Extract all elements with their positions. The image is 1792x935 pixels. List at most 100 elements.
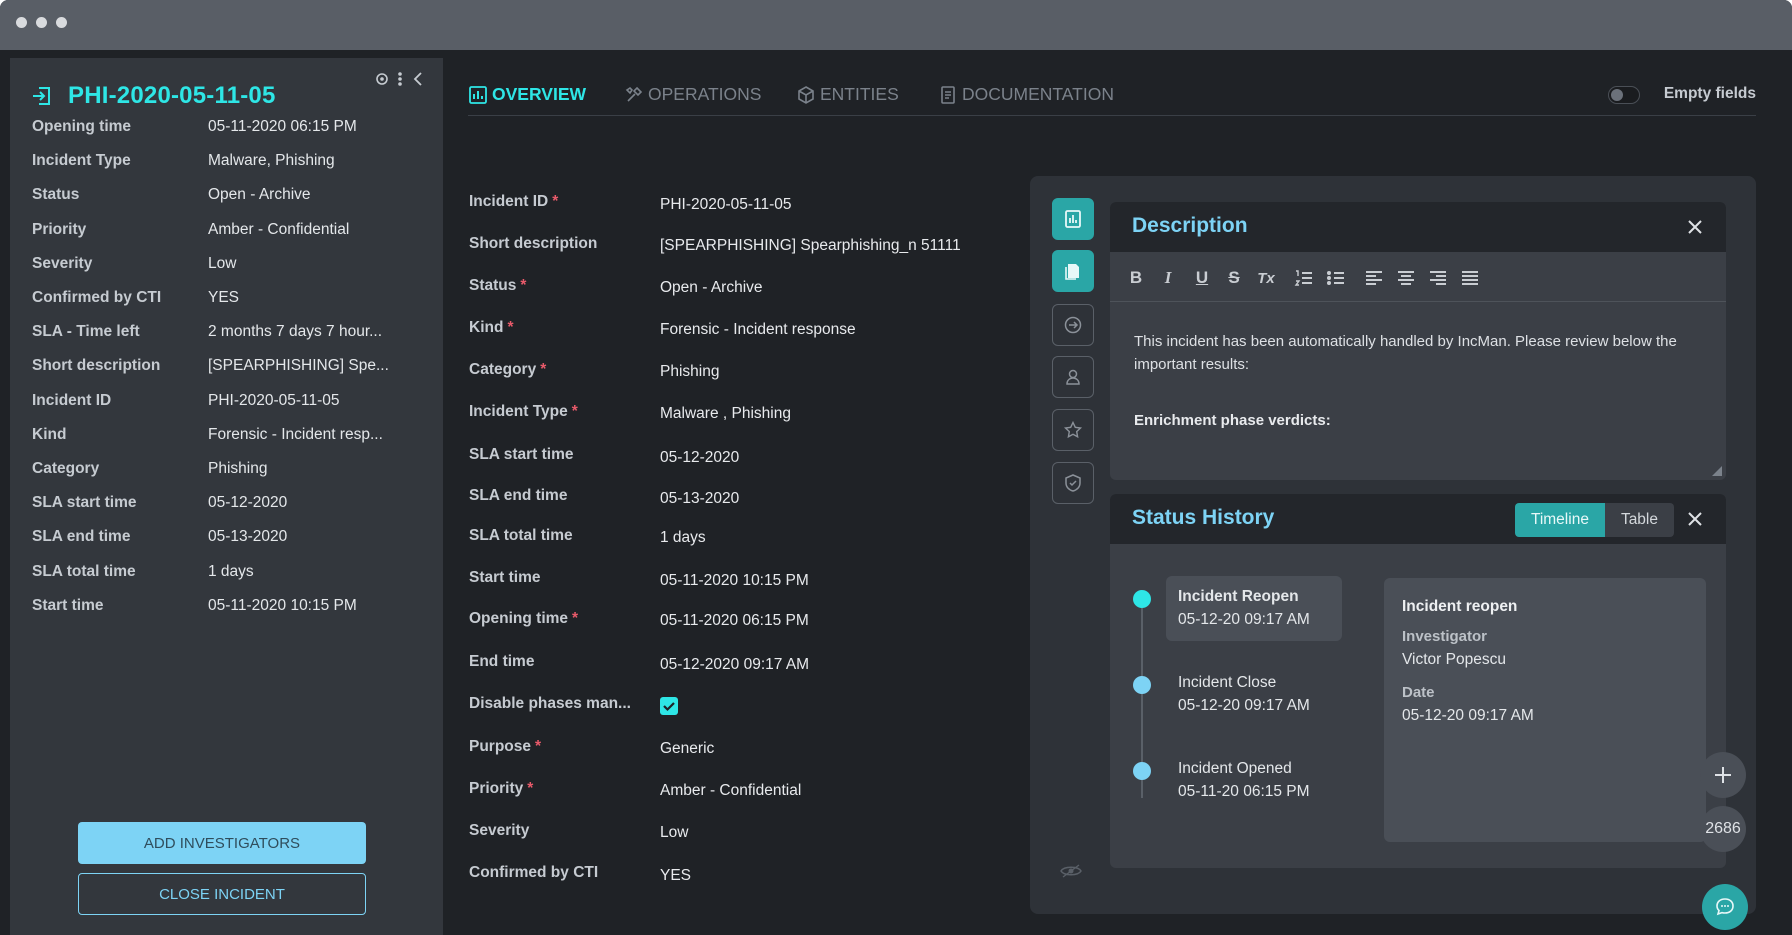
add-investigators-button[interactable]: ADD INVESTIGATORS <box>78 822 366 864</box>
field-value[interactable]: 05-13-2020 <box>660 490 739 508</box>
required-mark: * <box>572 610 579 627</box>
required-mark: * <box>520 277 527 294</box>
field-value[interactable]: Generic <box>660 740 714 758</box>
field-value[interactable]: 05-11-2020 10:15 PM <box>660 572 809 590</box>
timeline-item[interactable]: Incident Reopen 05-12-20 09:17 AM <box>1166 576 1342 641</box>
note-icon <box>1065 264 1079 280</box>
form-field: Incident Type * Malware , Phishing <box>469 403 989 427</box>
table-view-button[interactable]: Table <box>1604 503 1674 537</box>
gear-icon[interactable] <box>376 73 388 85</box>
detail-investigator: Victor Popescu <box>1402 651 1506 668</box>
summary-value: Phishing <box>208 460 268 477</box>
description-text[interactable]: This incident has been automatically han… <box>1134 330 1714 376</box>
timeline-dot <box>1133 762 1151 780</box>
summary-row: Opening time 05-11-2020 06:15 PM <box>32 118 432 140</box>
description-bold-text[interactable]: Enrichment phase verdicts: <box>1134 412 1331 429</box>
field-value[interactable]: 05-11-2020 06:15 PM <box>660 612 809 630</box>
align-right-icon[interactable] <box>1428 268 1448 288</box>
notification-count-button[interactable]: 2686 <box>1700 806 1746 852</box>
field-value[interactable]: Low <box>660 824 688 842</box>
align-justify-icon[interactable] <box>1460 268 1480 288</box>
required-mark: * <box>552 193 559 210</box>
ordered-list-icon[interactable] <box>1294 268 1314 288</box>
close-icon[interactable] <box>1686 218 1704 236</box>
detail-date-label: Date <box>1402 684 1435 701</box>
side-widget-status[interactable] <box>1052 304 1094 346</box>
overview-icon <box>1065 210 1081 228</box>
side-widget-description[interactable] <box>1052 250 1094 292</box>
window-minimize-button[interactable] <box>36 17 47 28</box>
field-value[interactable]: 05-12-2020 <box>660 449 739 467</box>
document-icon <box>941 85 955 104</box>
form-field: Disable phases man... <box>469 695 989 719</box>
field-value[interactable]: Forensic - Incident response <box>660 321 856 339</box>
shield-check-icon <box>1065 474 1081 492</box>
timeline-item[interactable]: Incident Opened 05-11-20 06:15 PM <box>1166 748 1342 813</box>
field-value[interactable]: Phishing <box>660 363 719 381</box>
field-value[interactable]: [SPEARPHISHING] Spearphishing_n 51111 <box>660 237 961 255</box>
form-field: Opening time * 05-11-2020 06:15 PM <box>469 610 989 634</box>
close-incident-button[interactable]: CLOSE INCIDENT <box>78 873 366 915</box>
summary-value: 2 months 7 days 7 hour... <box>208 323 383 341</box>
chat-button[interactable] <box>1702 884 1748 930</box>
resize-handle-icon[interactable] <box>1712 466 1722 476</box>
side-widget-investigators[interactable] <box>1052 356 1094 398</box>
form-field: Category * Phishing <box>469 361 989 385</box>
field-label: Severity <box>469 822 530 839</box>
add-widget-button[interactable] <box>1700 752 1746 798</box>
summary-label: Opening time <box>32 118 132 135</box>
summary-value: 05-11-2020 10:15 PM <box>208 596 357 614</box>
summary-label: SLA end time <box>32 528 131 546</box>
chat-icon <box>1716 898 1734 916</box>
bold-button[interactable]: B <box>1126 268 1146 288</box>
window-close-button[interactable] <box>16 17 27 28</box>
align-left-icon[interactable] <box>1364 268 1384 288</box>
side-widget-overview[interactable] <box>1052 198 1094 240</box>
field-value[interactable]: 05-12-2020 09:17 AM <box>660 656 809 674</box>
summary-row: SLA total time 1 days <box>32 563 432 585</box>
field-label: Start time <box>469 569 541 586</box>
align-center-icon[interactable] <box>1396 268 1416 288</box>
form-field: SLA start time 05-12-2020 <box>469 446 989 470</box>
form-field: Severity Low <box>469 822 989 846</box>
side-widget-favorites[interactable] <box>1052 409 1094 451</box>
timeline-view-button[interactable]: Timeline <box>1514 503 1605 537</box>
status-history-title: Status History <box>1132 506 1275 529</box>
tab-documentation[interactable]: DOCUMENTATION <box>938 84 1114 105</box>
summary-label: Incident ID <box>32 391 112 409</box>
field-label: SLA end time <box>469 487 568 504</box>
close-icon[interactable] <box>1686 510 1704 528</box>
tab-entities[interactable]: ENTITIES <box>796 84 899 105</box>
field-value[interactable]: PHI-2020-05-11-05 <box>660 196 792 214</box>
eye-off-icon[interactable] <box>1060 864 1082 878</box>
editor-toolbar: B I U S Tx <box>1110 252 1726 302</box>
field-value[interactable]: Open - Archive <box>660 279 763 297</box>
incident-title: PHI-2020-05-11-05 <box>68 82 276 109</box>
italic-button[interactable]: I <box>1158 268 1178 288</box>
sign-in-icon <box>33 87 50 105</box>
timeline-item[interactable]: Incident Close 05-12-20 09:17 AM <box>1166 662 1342 727</box>
form-field: Kind * Forensic - Incident response <box>469 319 989 343</box>
side-widget-security[interactable] <box>1052 462 1094 504</box>
window-maximize-button[interactable] <box>56 17 67 28</box>
tab-overview[interactable]: OVERVIEW <box>468 84 586 105</box>
more-vertical-icon[interactable] <box>398 72 402 86</box>
field-label: SLA start time <box>469 446 574 463</box>
field-value[interactable]: Amber - Confidential <box>660 782 801 800</box>
chevron-left-icon[interactable] <box>413 72 422 86</box>
underline-button[interactable]: U <box>1192 268 1212 288</box>
clear-format-button[interactable]: Tx <box>1256 268 1276 288</box>
field-value[interactable]: YES <box>660 867 691 885</box>
strikethrough-button[interactable]: S <box>1224 268 1244 288</box>
arrow-circle-icon <box>1064 316 1082 334</box>
summary-value: [SPEARPHISHING] Spe... <box>208 357 389 375</box>
disable-phases-checkbox[interactable] <box>660 697 678 715</box>
field-value[interactable]: Malware , Phishing <box>660 405 791 423</box>
field-value[interactable]: 1 days <box>660 529 706 547</box>
empty-fields-toggle[interactable] <box>1608 86 1640 104</box>
tab-operations[interactable]: OPERATIONS <box>624 84 761 105</box>
field-label: Category * <box>469 361 547 378</box>
bullet-list-icon[interactable] <box>1326 268 1346 288</box>
timeline-dot <box>1133 590 1151 608</box>
summary-label: Status <box>32 186 80 204</box>
